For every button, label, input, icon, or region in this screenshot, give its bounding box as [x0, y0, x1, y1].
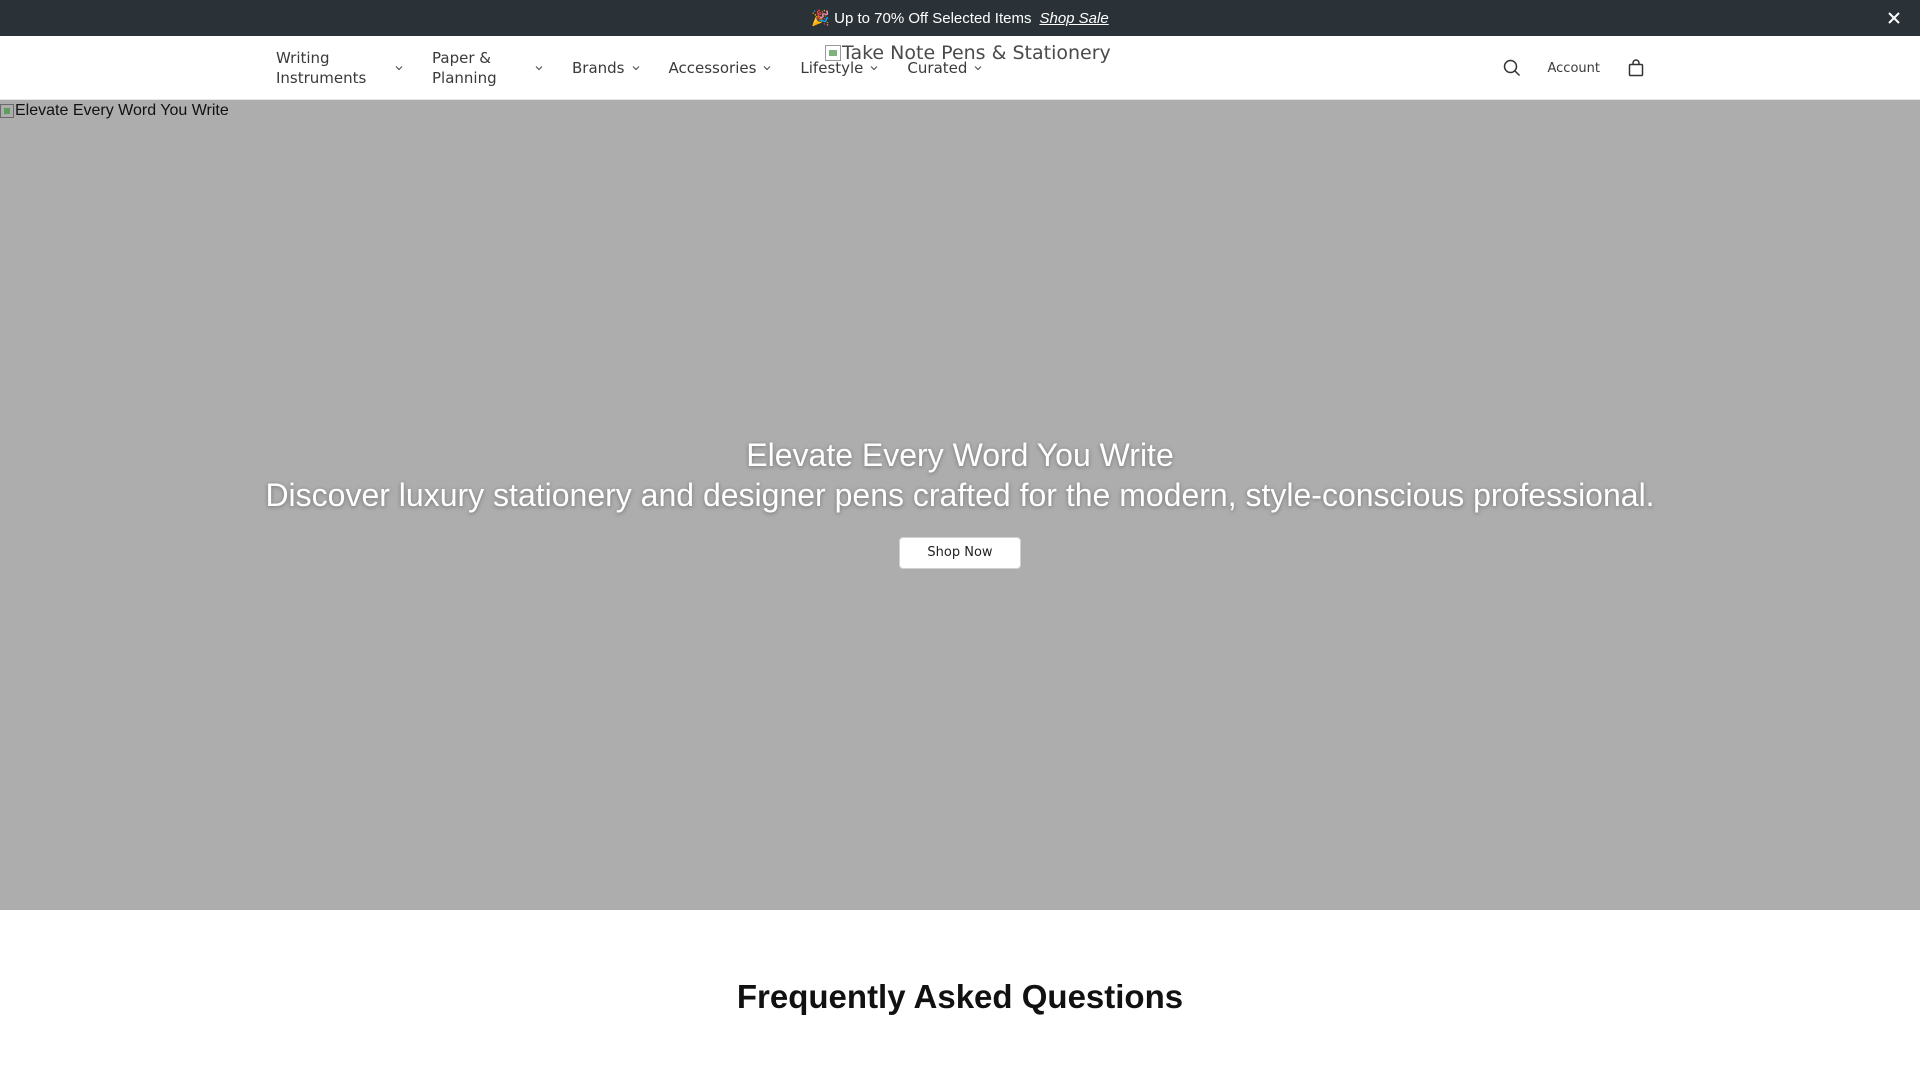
hero-image: Elevate Every Word You Write: [0, 102, 229, 120]
chevron-down-icon: [762, 63, 772, 73]
hero-image-alt: Elevate Every Word You Write: [15, 102, 229, 119]
close-announcement-button[interactable]: [1884, 8, 1904, 28]
faq-title: Frequently Asked Questions: [736, 978, 1184, 1015]
shop-sale-link[interactable]: Shop Sale: [1039, 10, 1108, 27]
cart-button[interactable]: [1624, 56, 1648, 80]
chevron-down-icon: [534, 63, 544, 73]
nav-item-accessories[interactable]: Accessories: [669, 58, 773, 78]
broken-image-icon: [825, 45, 841, 61]
chevron-down-icon: [631, 63, 641, 73]
nav-label: Writing Instruments: [276, 49, 367, 87]
close-icon: [1888, 12, 1900, 24]
search-button[interactable]: [1500, 56, 1524, 80]
logo-alt-text: Take Note Pens & Stationery: [842, 42, 1111, 64]
chevron-down-icon: [973, 63, 983, 73]
nav-label: Accessories: [668, 59, 757, 77]
account-link[interactable]: Account: [1548, 61, 1601, 76]
hero-content: Elevate Every Word You Write Discover lu…: [0, 435, 1920, 569]
search-icon: [1503, 59, 1520, 77]
nav-item-brands[interactable]: Brands: [572, 58, 641, 78]
chevron-down-icon: [394, 63, 404, 73]
site-logo[interactable]: Take Note Pens & Stationery: [825, 42, 1111, 64]
header-actions: Account: [1500, 36, 1649, 100]
broken-image-icon: [0, 104, 14, 118]
nav-label: Paper & Planning: [432, 49, 497, 87]
hero-title: Elevate Every Word You Write: [746, 437, 1174, 473]
nav-item-paper-planning[interactable]: Paper & Planning: [432, 48, 544, 88]
chevron-down-icon: [869, 63, 879, 73]
shop-now-button[interactable]: Shop Now: [899, 537, 1021, 569]
hero-subtitle: Discover luxury stationery and designer …: [265, 477, 1655, 513]
nav-item-writing-instruments[interactable]: Writing Instruments: [276, 48, 404, 88]
shopping-bag-icon: [1628, 59, 1644, 77]
announcement-message: 🎉 Up to 70% Off Selected Items: [811, 10, 1032, 27]
faq-section: Frequently Asked Questions: [0, 910, 1920, 1080]
announcement-bar: 🎉 Up to 70% Off Selected Items Shop Sale: [0, 0, 1920, 36]
nav-label: Brands: [572, 59, 625, 77]
site-header: Writing Instruments Paper & Planning Bra…: [0, 36, 1920, 100]
hero-banner: Elevate Every Word You Write Elevate Eve…: [0, 100, 1920, 910]
